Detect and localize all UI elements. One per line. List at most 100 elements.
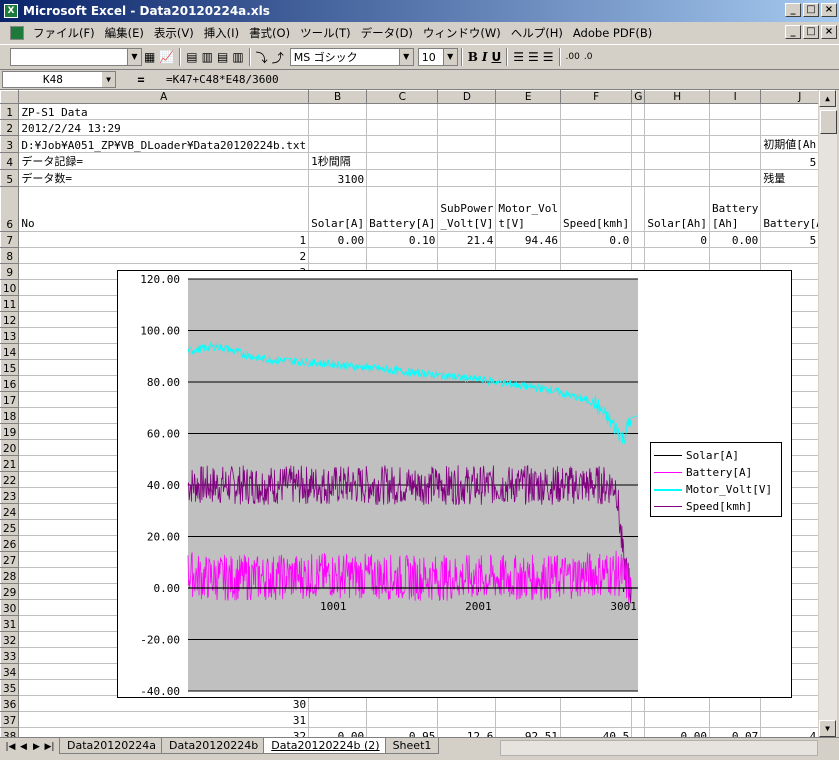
scroll-up-button[interactable]: ▲ bbox=[819, 90, 836, 107]
menu-edit[interactable]: 編集(E) bbox=[100, 25, 149, 41]
cell[interactable] bbox=[366, 103, 439, 120]
minimize-button[interactable]: _ bbox=[785, 3, 801, 17]
cell[interactable]: ZP-S1 Data bbox=[18, 103, 310, 120]
row-header[interactable]: 17 bbox=[0, 391, 20, 408]
row-header[interactable]: 21 bbox=[0, 455, 20, 472]
cell[interactable] bbox=[437, 103, 497, 120]
underline-button[interactable]: U bbox=[491, 47, 501, 67]
menu-data[interactable]: データ(D) bbox=[356, 25, 418, 41]
cell[interactable] bbox=[644, 135, 710, 153]
prev-sheet-icon[interactable]: ◀ bbox=[17, 740, 30, 754]
vertical-scrollbar[interactable]: ▲ ▼ bbox=[818, 90, 837, 737]
toolbar-dropdown[interactable]: ▼ bbox=[10, 48, 142, 66]
cell[interactable] bbox=[631, 135, 646, 153]
doc-minimize-button[interactable]: _ bbox=[785, 25, 801, 39]
cell[interactable]: Solar[Ah] bbox=[644, 186, 710, 232]
row-header[interactable]: 1 bbox=[0, 103, 20, 120]
cell[interactable]: Battery [Ah] bbox=[708, 186, 762, 232]
cell[interactable]: データ記録= bbox=[18, 152, 310, 170]
align-right-icon[interactable]: ☰ bbox=[543, 47, 554, 67]
scroll-down-button[interactable]: ▼ bbox=[819, 720, 836, 737]
cell[interactable] bbox=[631, 169, 646, 187]
row-header[interactable]: 24 bbox=[0, 503, 20, 520]
name-box[interactable]: K48 ▼ bbox=[2, 71, 116, 88]
cell[interactable]: SubPower _Volt[V] bbox=[437, 186, 497, 232]
cell[interactable]: Battery[A] bbox=[366, 186, 439, 232]
cell[interactable]: 0.10 bbox=[366, 231, 439, 248]
cell[interactable]: データ数= bbox=[18, 169, 310, 187]
cell[interactable] bbox=[631, 152, 646, 170]
cell[interactable] bbox=[366, 247, 439, 264]
font-name-select[interactable]: MS ゴシック ▼ bbox=[289, 48, 414, 66]
chart-wizard-icon[interactable]: ▦ bbox=[144, 47, 155, 67]
menu-adobe-pdf[interactable]: Adobe PDF(B) bbox=[568, 26, 657, 40]
row-header[interactable]: 12 bbox=[0, 311, 20, 328]
cell[interactable] bbox=[644, 169, 710, 187]
row-header[interactable]: 36 bbox=[0, 695, 20, 712]
cell[interactable]: 40.5 bbox=[559, 727, 633, 737]
row-header[interactable]: 6 bbox=[0, 186, 20, 232]
cell[interactable] bbox=[366, 169, 439, 187]
cell[interactable] bbox=[495, 119, 561, 136]
cell[interactable] bbox=[760, 103, 818, 120]
cell[interactable]: No bbox=[18, 186, 310, 232]
row-header[interactable]: 7 bbox=[0, 231, 20, 248]
cell[interactable]: 残量 bbox=[760, 169, 818, 187]
cell[interactable] bbox=[308, 119, 368, 136]
row-header[interactable]: 11 bbox=[0, 295, 20, 312]
cell[interactable] bbox=[644, 103, 710, 120]
cell[interactable] bbox=[559, 103, 633, 120]
data-table-icon[interactable]: ▥ bbox=[202, 47, 213, 67]
cell[interactable]: 94.46 bbox=[495, 231, 561, 248]
doc-close-button[interactable]: × bbox=[821, 25, 837, 39]
row-header[interactable]: 8 bbox=[0, 247, 20, 264]
sheet-tab[interactable]: Data20120224a bbox=[59, 738, 164, 754]
maximize-button[interactable]: □ bbox=[803, 3, 819, 17]
column-header-g[interactable]: G bbox=[631, 90, 646, 104]
row-header[interactable]: 15 bbox=[0, 359, 20, 376]
cell[interactable] bbox=[631, 247, 646, 264]
row-header[interactable]: 5 bbox=[0, 169, 20, 187]
increase-decimal-icon[interactable]: .00 bbox=[566, 47, 580, 67]
cell[interactable] bbox=[708, 103, 762, 120]
column-header-c[interactable]: C bbox=[366, 90, 439, 104]
embedded-chart[interactable]: 120.00 100.00 80.00 60.00 40.00 20.00 0.00 -20.… bbox=[117, 270, 792, 698]
column-header-b[interactable]: B bbox=[308, 90, 368, 104]
cell[interactable]: 0.0 bbox=[559, 231, 633, 248]
bold-button[interactable]: B bbox=[468, 47, 478, 67]
cell[interactable] bbox=[437, 135, 497, 153]
row-header[interactable]: 2 bbox=[0, 119, 20, 136]
cell[interactable]: 32 bbox=[18, 727, 310, 737]
workbook-icon[interactable] bbox=[10, 26, 24, 40]
column-header-d[interactable]: D bbox=[437, 90, 497, 104]
cell[interactable] bbox=[437, 247, 497, 264]
decrease-decimal-icon[interactable]: .0 bbox=[584, 47, 593, 67]
cell[interactable] bbox=[495, 169, 561, 187]
row-header[interactable]: 16 bbox=[0, 375, 20, 392]
cell[interactable] bbox=[559, 119, 633, 136]
column-header-i[interactable]: I bbox=[708, 90, 762, 104]
by-row-icon[interactable]: ▤ bbox=[217, 47, 228, 67]
menu-window[interactable]: ウィンドウ(W) bbox=[418, 25, 506, 41]
italic-button[interactable]: I bbox=[482, 47, 488, 67]
cell[interactable] bbox=[760, 247, 818, 264]
first-sheet-icon[interactable]: |◀ bbox=[4, 740, 17, 754]
cell[interactable]: 3100 bbox=[308, 169, 368, 187]
cell[interactable] bbox=[559, 135, 633, 153]
cell[interactable] bbox=[366, 135, 439, 153]
column-header-a[interactable]: A bbox=[18, 90, 310, 104]
cell[interactable] bbox=[760, 119, 818, 136]
menu-insert[interactable]: 挿入(I) bbox=[199, 25, 244, 41]
cell[interactable] bbox=[308, 135, 368, 153]
cell[interactable]: 0.00 bbox=[308, 727, 368, 737]
cell[interactable]: Solar[A] bbox=[308, 186, 368, 232]
row-header[interactable]: 23 bbox=[0, 487, 20, 504]
cell[interactable] bbox=[631, 119, 646, 136]
row-header[interactable]: 10 bbox=[0, 279, 20, 296]
horizontal-scrollbar[interactable] bbox=[500, 740, 818, 756]
cell[interactable] bbox=[644, 119, 710, 136]
cell[interactable] bbox=[631, 186, 646, 232]
sheet-tab-active[interactable]: Data20120224b (2) bbox=[263, 738, 388, 754]
menu-file[interactable]: ファイル(F) bbox=[28, 25, 100, 41]
column-header-f[interactable]: F bbox=[559, 90, 633, 104]
